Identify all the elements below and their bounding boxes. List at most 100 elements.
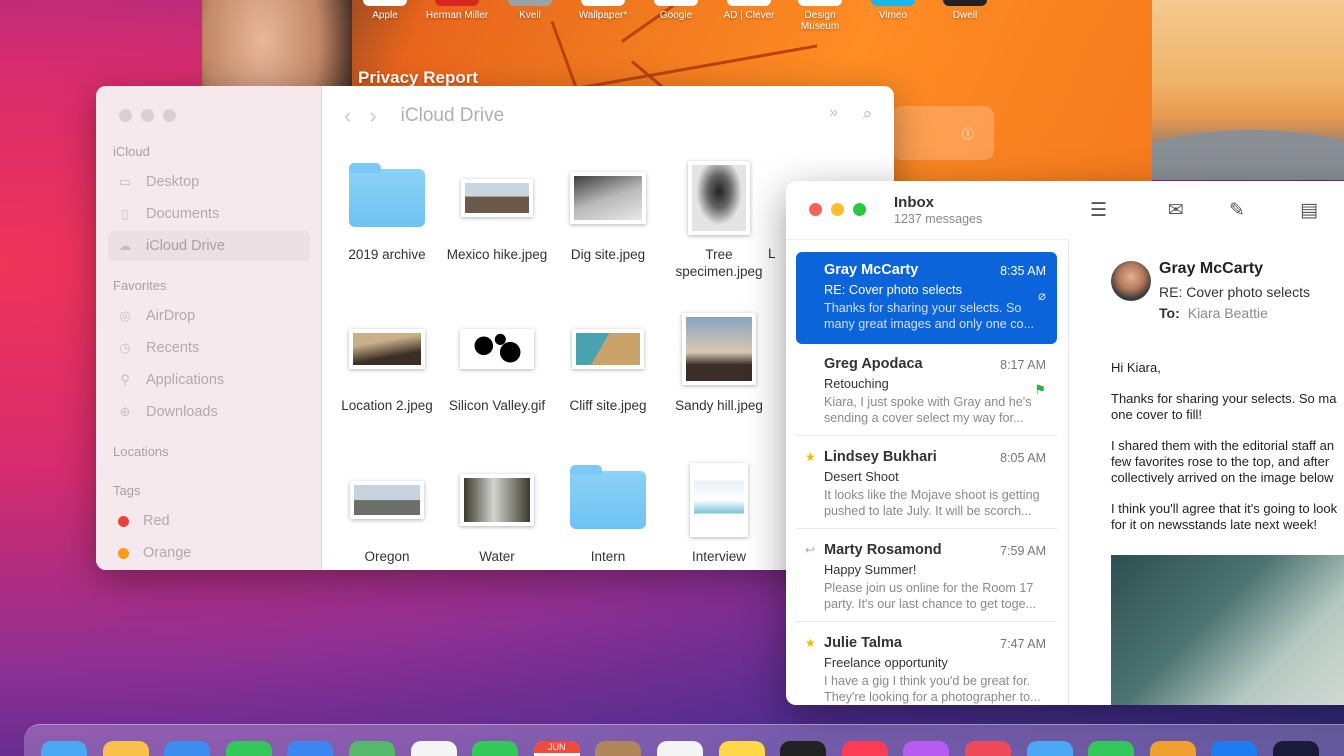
- dock-app-icon[interactable]: [903, 741, 950, 756]
- favorite-design-museum[interactable]: Design Museum: [787, 0, 853, 32]
- photo-thumbnail: [688, 161, 750, 235]
- message-row[interactable]: Gray McCarty 8:35 AM RE: Cover photo sel…: [796, 252, 1057, 344]
- info-icon: ⓘ: [961, 127, 974, 141]
- favorite-wallpaper[interactable]: Wallpaper*: [570, 0, 636, 21]
- message-row[interactable]: ↩ Marty Rosamond 7:59 AM Happy Summer! P…: [796, 532, 1057, 622]
- applications-icon: ⚲: [120, 372, 130, 387]
- forward-chevron-icon[interactable]: ›: [369, 103, 376, 129]
- dock-app-icon[interactable]: [287, 741, 334, 756]
- star-icon: ★: [805, 636, 816, 650]
- envelope-icon[interactable]: ✉: [1168, 199, 1184, 222]
- dock-app-icon[interactable]: [841, 741, 888, 756]
- dock: JUN: [24, 724, 1344, 756]
- clock-icon: ◷: [119, 340, 131, 355]
- sidebar-item-desktop[interactable]: ▭ Desktop: [108, 167, 310, 197]
- back-chevron-icon[interactable]: ‹: [344, 103, 351, 129]
- airdrop-icon: ◎: [119, 308, 131, 323]
- dock-app-icon[interactable]: [349, 741, 395, 756]
- dock-app-icon[interactable]: [1273, 741, 1319, 756]
- file-item[interactable]: Silicon Valley.gif: [442, 313, 552, 414]
- favorite-herman-miller[interactable]: Herman Miller: [424, 0, 490, 21]
- dock-app-icon[interactable]: [472, 741, 519, 756]
- filter-icon[interactable]: ☰: [1090, 199, 1107, 222]
- dock-app-icon[interactable]: [102, 741, 149, 756]
- dock-app-icon[interactable]: [595, 741, 642, 756]
- favorite-apple[interactable]: Apple: [352, 0, 418, 21]
- dock-app-icon[interactable]: [225, 741, 272, 756]
- download-icon: ⊕: [119, 404, 131, 419]
- photo-thumbnail: [460, 474, 534, 526]
- message-row[interactable]: Greg Apodaca 8:17 AM Retouching Kiara, I…: [796, 346, 1057, 436]
- file-item[interactable]: Water: [442, 464, 552, 565]
- sidebar-tag-red[interactable]: Red: [108, 506, 310, 536]
- attached-image[interactable]: [1111, 555, 1344, 705]
- compose-icon[interactable]: ✎: [1229, 199, 1245, 222]
- message-list: Gray McCarty 8:35 AM RE: Cover photo sel…: [786, 239, 1069, 705]
- zoom-button[interactable]: [853, 203, 866, 216]
- photo-thumbnail: [570, 172, 646, 224]
- dock-app-icon[interactable]: [718, 741, 765, 756]
- file-item[interactable]: Location 2.jpeg: [332, 313, 442, 414]
- sidebar-item-downloads[interactable]: ⊕ Downloads: [108, 397, 310, 427]
- favorite-dwell[interactable]: Dwell: [932, 0, 998, 21]
- file-item[interactable]: Sandy hill.jpeg: [664, 313, 774, 414]
- flag-icon: ⚑: [1034, 382, 1046, 397]
- file-item[interactable]: Dig site.jpeg: [553, 162, 663, 263]
- dock-app-icon[interactable]: [780, 741, 827, 756]
- dock-app-icon[interactable]: [410, 741, 457, 756]
- photo-thumbnail: [572, 329, 644, 369]
- message-row[interactable]: ★ Julie Talma 7:47 AM Freelance opportun…: [796, 625, 1057, 705]
- photo-thumbnail: [350, 481, 424, 519]
- minimize-button[interactable]: [831, 203, 844, 216]
- favorite-kvell[interactable]: Kvell: [497, 0, 563, 21]
- close-button[interactable]: [809, 203, 822, 216]
- file-item[interactable]: Cliff site.jpeg: [553, 313, 663, 414]
- dock-app-icon[interactable]: [1088, 741, 1135, 756]
- sidebar-item-recents[interactable]: ◷ Recents: [108, 333, 310, 363]
- documents-icon: ▯: [121, 206, 129, 221]
- sidebar-item-applications[interactable]: ⚲ Applications: [108, 365, 310, 395]
- sidebar-tag-orange[interactable]: Orange: [108, 538, 310, 568]
- finder-sidebar: iCloud ▭ Desktop ▯ Documents ☁ iCloud Drive…: [96, 86, 322, 570]
- sidebar-item-airdrop[interactable]: ◎ AirDrop: [108, 301, 310, 331]
- message-count: 1237 messages: [894, 212, 983, 226]
- file-item[interactable]: 2019 archive: [332, 162, 442, 263]
- message-row[interactable]: ★ Lindsey Bukhari 8:05 AM Desert Shoot I…: [796, 439, 1057, 529]
- zoom-button[interactable]: [163, 109, 176, 122]
- window-controls: [809, 203, 866, 216]
- desktop-icon: ▭: [118, 174, 132, 189]
- wallpaper-sky: [1152, 0, 1344, 180]
- sidebar-item-icloud-drive[interactable]: ☁ iCloud Drive: [108, 231, 310, 261]
- favorite-ad-clever[interactable]: AD | Clever: [716, 0, 782, 21]
- dock-app-icon[interactable]: [965, 741, 1011, 756]
- favorite-vimeo[interactable]: Vimeo: [860, 0, 926, 21]
- file-item[interactable]: Mexico hike.jpeg: [442, 162, 552, 263]
- folder-icon: [349, 163, 425, 227]
- file-item[interactable]: Intern: [553, 464, 663, 565]
- dock-app-icon[interactable]: [1026, 741, 1073, 756]
- photo-thumbnail: [460, 329, 534, 369]
- dock-app-icon[interactable]: [41, 741, 87, 756]
- dock-app-icon[interactable]: [657, 741, 703, 756]
- file-item[interactable]: Interview: [664, 463, 774, 565]
- close-button[interactable]: [119, 109, 132, 122]
- dock-app-icon[interactable]: [1149, 741, 1196, 756]
- mail-window: Inbox 1237 messages ☰ ✉ ✎ ▤ Gray McCarty…: [786, 181, 1344, 705]
- dock-app-icon[interactable]: JUN: [533, 741, 580, 756]
- dock-app-icon[interactable]: [1211, 741, 1258, 756]
- paperclip-icon: ⌀: [1038, 288, 1046, 303]
- sidebar-item-documents[interactable]: ▯ Documents: [108, 199, 310, 229]
- archive-icon[interactable]: ▤: [1300, 199, 1318, 222]
- file-item[interactable]: Oregon: [332, 464, 442, 565]
- finder-toolbar: ‹ › iCloud Drive » ⌕: [322, 86, 894, 146]
- photo-thumbnail: [461, 179, 533, 217]
- privacy-report-card[interactable]: ⓘ: [892, 106, 994, 160]
- minimize-button[interactable]: [141, 109, 154, 122]
- truncated-file-label: L: [768, 246, 776, 261]
- favorite-google[interactable]: Google: [643, 0, 709, 21]
- file-item[interactable]: Tree specimen.jpeg: [664, 161, 774, 280]
- dock-app-icon[interactable]: [164, 741, 211, 756]
- search-icon[interactable]: ⌕: [862, 104, 872, 124]
- section-favorites: Favorites: [113, 278, 167, 293]
- toolbar-overflow-icon[interactable]: »: [829, 104, 838, 122]
